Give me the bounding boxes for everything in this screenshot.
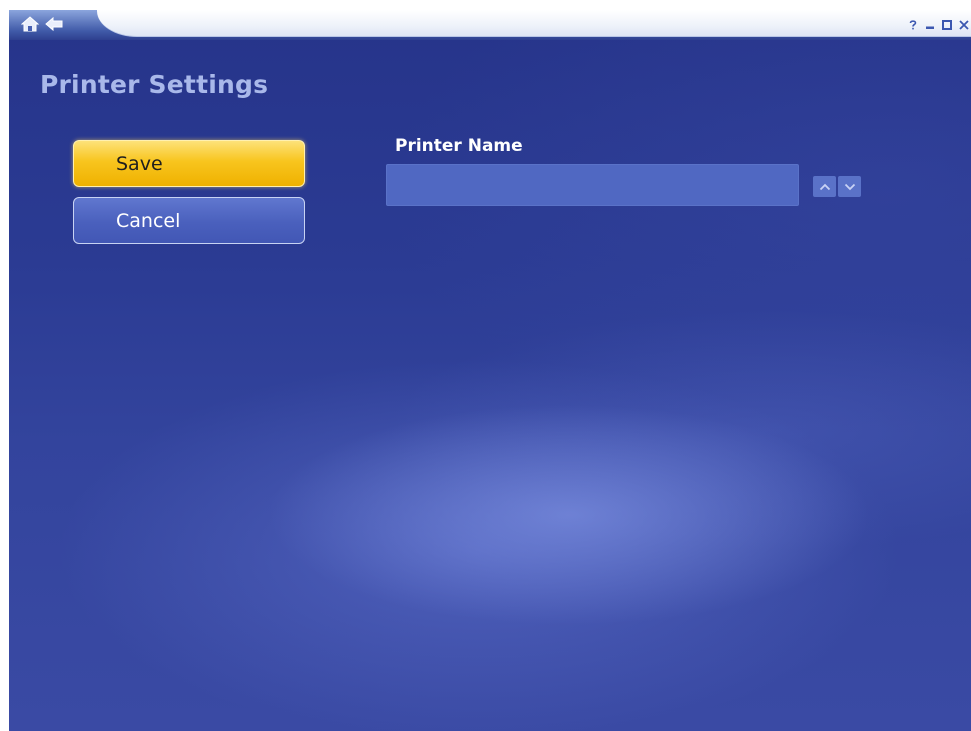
home-button[interactable] — [21, 16, 39, 32]
window-controls — [908, 20, 969, 30]
page-title: Printer Settings — [40, 70, 269, 99]
cancel-button-label: Cancel — [116, 209, 181, 232]
help-button[interactable] — [908, 20, 918, 30]
help-icon — [909, 20, 917, 30]
printer-name-label: Printer Name — [395, 136, 523, 156]
maximize-button[interactable] — [942, 20, 952, 30]
spin-up-button[interactable] — [813, 176, 836, 197]
chevron-down-icon — [844, 183, 855, 190]
cancel-button[interactable]: Cancel — [73, 197, 305, 244]
close-icon — [959, 20, 969, 30]
home-icon — [21, 16, 39, 32]
close-button[interactable] — [959, 20, 969, 30]
save-button[interactable]: Save — [73, 140, 305, 187]
back-arrow-icon — [45, 16, 63, 32]
app-window: Printer Settings Save Cancel Printer Nam… — [9, 10, 971, 731]
spin-down-button[interactable] — [838, 176, 861, 197]
save-button-label: Save — [116, 152, 163, 175]
chevron-up-icon — [819, 183, 830, 190]
screen: Printer Settings Save Cancel Printer Nam… — [0, 0, 971, 731]
maximize-icon — [942, 20, 952, 30]
printer-name-input[interactable] — [386, 164, 799, 206]
title-bar — [9, 10, 971, 40]
minimize-icon — [926, 26, 934, 29]
title-bar-strip — [97, 10, 971, 37]
back-button[interactable] — [45, 16, 63, 32]
minimize-button[interactable] — [925, 20, 935, 30]
